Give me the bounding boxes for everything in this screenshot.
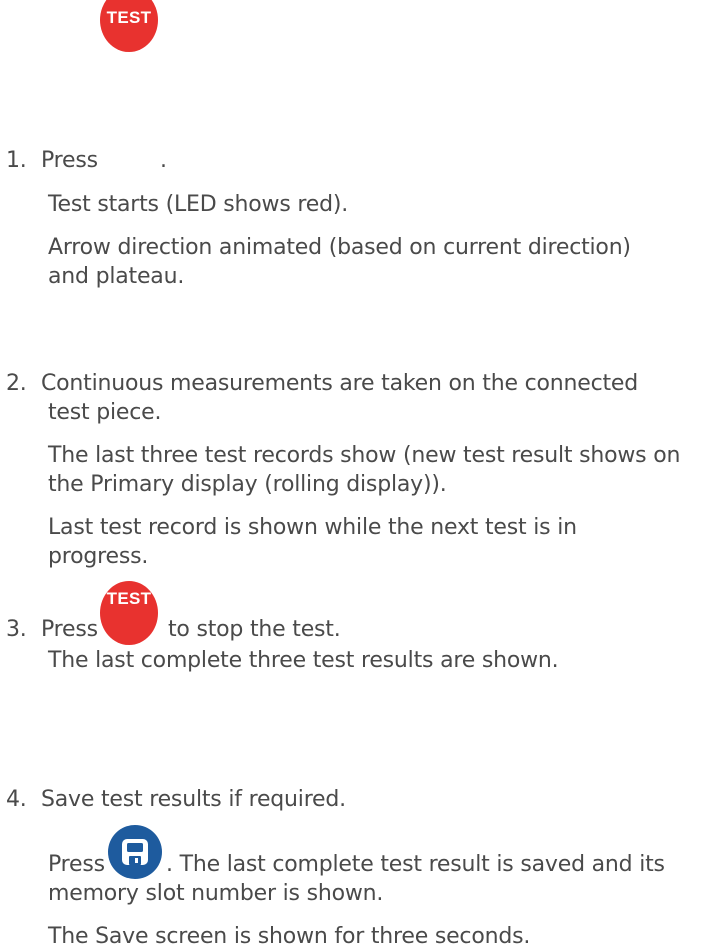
step-4-press-label: Press	[48, 852, 105, 877]
step-3-suffix: to stop the test.	[168, 617, 341, 642]
step-2-line-5: Last test record is shown while the next…	[48, 515, 577, 540]
step-1-line-3: and plateau.	[48, 264, 185, 289]
step-1-number: 1.	[6, 148, 27, 173]
step-4-line-3: The Save screen is shown for three secon…	[48, 924, 531, 949]
save-button-icon[interactable]	[108, 825, 162, 879]
floppy-disk-icon	[122, 839, 148, 865]
step-2-number: 2.	[6, 371, 27, 396]
step-1-line-1: Test starts (LED shows red).	[48, 192, 349, 217]
test-button-icon[interactable]: TEST	[100, 581, 158, 645]
step-3-press-label: Press	[41, 617, 98, 642]
step-1-period: .	[160, 148, 167, 173]
step-2-line-2: test piece.	[48, 400, 162, 425]
step-2-line-1: Continuous measurements are taken on the…	[41, 371, 638, 396]
test-button-icon[interactable]: TEST	[100, 0, 158, 52]
step-2-line-4: the Primary display (rolling display)).	[48, 472, 447, 497]
step-4-line-2: memory slot number is shown.	[48, 881, 384, 906]
step-1-line-2: Arrow direction animated (based on curre…	[48, 235, 631, 260]
step-2-line-3: The last three test records show (new te…	[48, 443, 681, 468]
step-3-line-1: The last complete three test results are…	[48, 648, 559, 673]
step-1-press-label: Press	[41, 148, 98, 173]
step-3-number: 3.	[6, 617, 27, 642]
step-2-line-6: progress.	[48, 544, 149, 569]
step-4-number: 4.	[6, 787, 27, 812]
step-4-line-1: Save test results if required.	[41, 787, 346, 812]
step-4-press-suffix: . The last complete test result is saved…	[166, 852, 665, 877]
